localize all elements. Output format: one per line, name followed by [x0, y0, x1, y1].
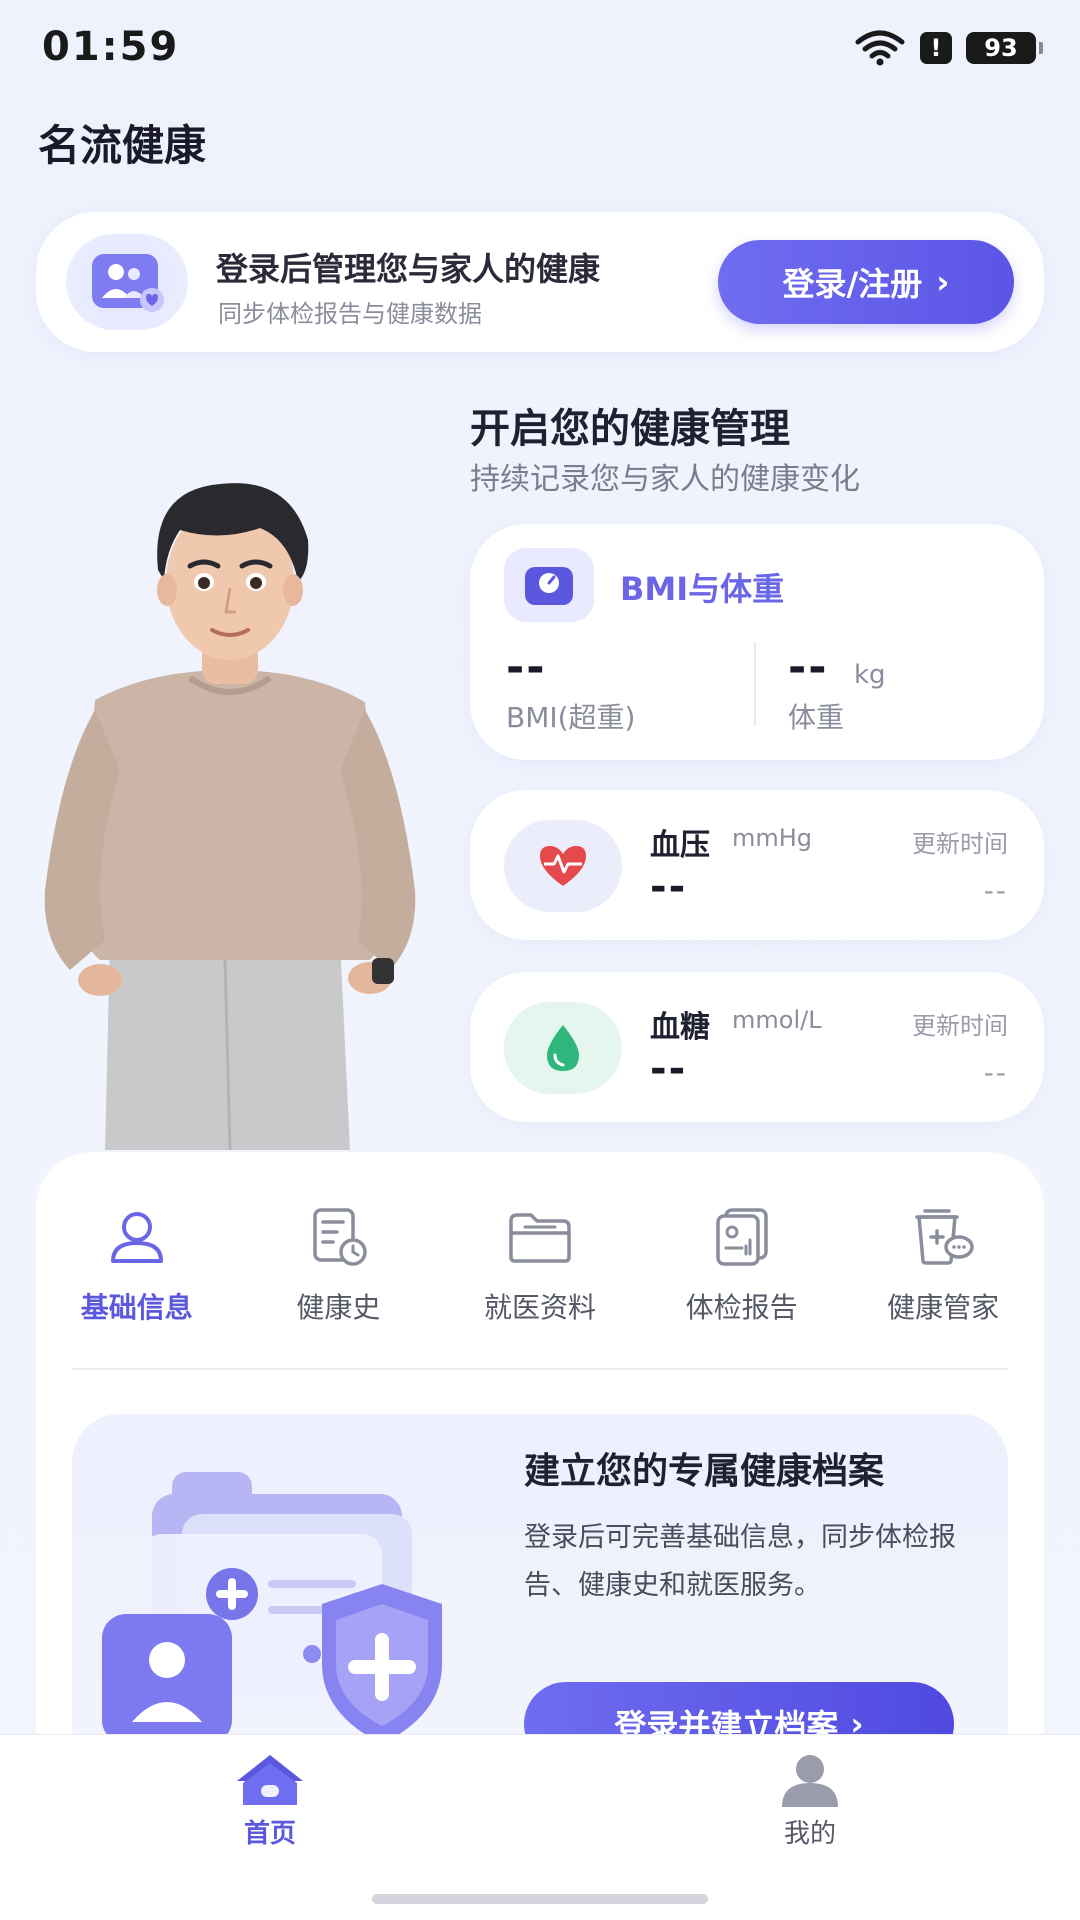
login-register-button[interactable]: 登录/注册 › — [718, 240, 1014, 324]
tab-basic-info[interactable]: 基础信息 — [36, 1202, 238, 1332]
bottom-nav: 首页 我的 — [0, 1734, 1080, 1920]
blood-glucose-unit: mmol/L — [732, 1006, 822, 1034]
login-subtitle: 同步体检报告与健康数据 — [218, 300, 482, 328]
nav-home[interactable]: 首页 — [200, 1751, 340, 1850]
bmi-weight-card[interactable]: BMI与体重 -- BMI(超重) -- kg 体重 — [470, 524, 1044, 760]
steward-chat-icon — [908, 1202, 978, 1272]
login-title: 登录后管理您与家人的健康 — [216, 250, 601, 288]
home-indicator — [372, 1894, 708, 1904]
blood-pressure-value: -- — [650, 864, 688, 910]
tab-label: 健康史 — [296, 1291, 381, 1324]
status-time: 01:59 — [42, 24, 180, 70]
water-drop-icon — [504, 1002, 622, 1094]
bmi-value: -- — [506, 642, 547, 693]
chevron-right-icon: › — [936, 263, 950, 301]
health-archive-card: 建立您的专属健康档案 登录后可完善基础信息，同步体检报告、健康史和就医服务。 登… — [72, 1414, 1008, 1774]
bmi-label: BMI(超重) — [506, 701, 636, 734]
health-heading: 开启您的健康管理 — [470, 406, 790, 452]
blood-pressure-card[interactable]: 血压 mmHg -- 更新时间 -- — [470, 790, 1044, 940]
bmi-card-title: BMI与体重 — [620, 570, 785, 608]
divider — [72, 1368, 1008, 1370]
alert-icon: ! — [920, 32, 952, 64]
tab-medical-records[interactable]: 就医资料 — [439, 1202, 641, 1332]
health-subheading: 持续记录您与家人的健康变化 — [470, 462, 860, 497]
category-tabs: 基础信息 健康史 就医资料 体检报告 健康管家 — [36, 1202, 1044, 1332]
nav-me[interactable]: 我的 — [740, 1751, 880, 1850]
tab-label: 基础信息 — [80, 1291, 193, 1324]
tab-health-history[interactable]: 健康史 — [238, 1202, 440, 1332]
wifi-icon — [855, 30, 905, 66]
weight-label: 体重 — [788, 701, 845, 734]
blood-glucose-name: 血糖 — [650, 1010, 710, 1045]
history-clipboard-icon — [303, 1202, 373, 1272]
home-icon — [237, 1755, 303, 1805]
divider — [754, 642, 756, 726]
blood-glucose-update-label: 更新时间 — [912, 1012, 1008, 1040]
tab-label: 体检报告 — [685, 1291, 798, 1324]
folder-icon — [505, 1202, 575, 1272]
status-bar: 01:59 ! 93 — [0, 0, 1080, 100]
app-title: 名流健康 — [38, 121, 207, 170]
blood-glucose-value: -- — [650, 1046, 688, 1092]
user-icon — [782, 1755, 838, 1807]
blood-pressure-name: 血压 — [650, 828, 710, 863]
blood-glucose-update-value: -- — [983, 1056, 1008, 1089]
status-icons: ! 93 — [854, 30, 1043, 66]
blood-pressure-unit: mmHg — [732, 824, 813, 852]
health-archive-illustration — [102, 1472, 442, 1744]
blood-pressure-update-value: -- — [983, 874, 1008, 907]
weight-value: -- — [788, 642, 829, 693]
blood-pressure-update-label: 更新时间 — [912, 830, 1008, 858]
tab-label: 就医资料 — [483, 1291, 596, 1324]
heart-pulse-icon — [504, 820, 622, 912]
blood-glucose-card[interactable]: 血糖 mmol/L -- 更新时间 -- — [470, 972, 1044, 1122]
report-icon — [707, 1202, 777, 1272]
avatar-illustration — [44, 483, 416, 1150]
family-heart-icon — [66, 234, 188, 330]
tab-health-steward[interactable]: 健康管家 — [842, 1202, 1044, 1332]
tab-label: 健康管家 — [887, 1291, 1000, 1324]
weight-unit: kg — [854, 660, 886, 690]
nav-home-label: 首页 — [243, 1819, 296, 1849]
battery-icon: 93 — [966, 32, 1043, 64]
nav-me-label: 我的 — [783, 1819, 836, 1849]
login-button-label: 登录/注册 — [782, 265, 923, 303]
archive-title: 建立您的专属健康档案 — [524, 1451, 885, 1492]
tab-checkup-report[interactable]: 体检报告 — [641, 1202, 843, 1332]
archive-description: 登录后可完善基础信息，同步体检报告、健康史和就医服务。 — [524, 1522, 956, 1601]
person-icon — [102, 1202, 172, 1272]
login-card: 登录后管理您与家人的健康 同步体检报告与健康数据 登录/注册 › — [36, 212, 1044, 352]
scale-icon — [504, 548, 594, 622]
